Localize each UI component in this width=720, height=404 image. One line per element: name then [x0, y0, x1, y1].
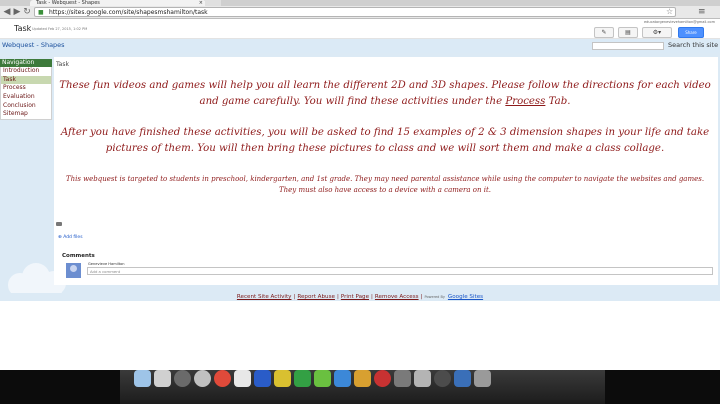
url-text: https://sites.google.com/site/shapesmsha… [49, 9, 208, 16]
commenter-name: Genevieve Hamilton [88, 262, 125, 266]
notes-icon[interactable] [274, 370, 291, 387]
sidebar-item-conclusion[interactable]: Conclusion [0, 101, 52, 111]
browser-toolbar: ◀ ▶ ↻ ■ https://sites.google.com/site/sh… [0, 6, 720, 19]
arrow-right-icon[interactable]: ▶ [12, 6, 22, 18]
sidebar-item-task[interactable]: Task [0, 75, 52, 85]
sidebar-item-evaluation[interactable]: Evaluation [0, 93, 52, 102]
app-store-icon[interactable] [334, 370, 351, 387]
sidebar-item-introduction[interactable]: Introduction [0, 67, 52, 76]
remove-access-link[interactable]: Remove Access [375, 294, 419, 300]
user-email[interactable]: educatorgenevievehamilton@gmail.com [644, 20, 715, 24]
sidebar-heading: Navigation [0, 59, 52, 67]
google-sites-link[interactable]: Google Sites [448, 294, 483, 300]
site-banner: Webquest - Shapes Search this site [0, 39, 720, 53]
updated-text: Updated Feb 27, 2015, 1:02 PM [32, 27, 88, 31]
search-input[interactable] [592, 42, 664, 50]
lock-icon: ■ [38, 9, 44, 16]
star-icon[interactable]: ☆ [666, 6, 673, 18]
recent-activity-link[interactable]: Recent Site Activity [237, 294, 292, 300]
comment-input[interactable]: Add a comment [87, 267, 713, 275]
new-page-icon[interactable]: ▤ [618, 27, 638, 38]
arrow-left-icon[interactable]: ◀ [2, 6, 12, 18]
excel-icon[interactable] [294, 370, 311, 387]
page-title: Task [56, 61, 69, 68]
report-abuse-link[interactable]: Report Abuse [297, 294, 335, 300]
trash-icon[interactable] [474, 370, 491, 387]
process-link[interactable]: Process [505, 96, 545, 107]
dock [0, 370, 720, 404]
keynote-icon[interactable] [454, 370, 471, 387]
calendar-icon[interactable] [234, 370, 251, 387]
sidebar-navigation: Navigation Introduction Task Process Eva… [0, 59, 52, 121]
acrobat-icon[interactable] [374, 370, 391, 387]
address-bar[interactable]: ■ https://sites.google.com/site/shapesms… [34, 7, 676, 17]
footer-separator: | [371, 294, 373, 300]
add-files-label: Add files [63, 235, 83, 240]
pencil-icon[interactable]: ✎ [594, 27, 614, 38]
site-title[interactable]: Webquest - Shapes [2, 41, 65, 49]
chrome-icon[interactable] [214, 370, 231, 387]
search-button[interactable]: Search this site [668, 41, 718, 49]
task-paragraph-2: After you have finished these activities… [60, 127, 710, 154]
site-footer: Recent Site Activity | Report Abuse | Print … [0, 293, 720, 301]
safari-icon[interactable] [194, 370, 211, 387]
comments-section: Comments Genevieve Hamilton Add a commen… [54, 249, 718, 285]
folder-icon [56, 222, 62, 226]
p1-text-end: Tab. [545, 96, 571, 107]
task-paragraph-3: This webquest is targeted to students in… [65, 175, 705, 194]
folder-icon[interactable] [414, 370, 431, 387]
preferences-icon[interactable] [394, 370, 411, 387]
p1-text: These fun videos and games will help you… [59, 80, 711, 107]
footer-separator: | [336, 294, 339, 300]
comments-title: Comments [62, 253, 95, 259]
print-page-link[interactable]: Print Page [341, 294, 369, 300]
avatar [66, 263, 81, 278]
mail-icon[interactable] [154, 370, 171, 387]
dock-shelf [120, 370, 605, 404]
reload-icon[interactable]: ↻ [22, 6, 32, 18]
messages-icon[interactable] [314, 370, 331, 387]
page-blank-area [0, 302, 720, 370]
camera-icon[interactable] [434, 370, 451, 387]
footer-separator: | [293, 294, 296, 300]
menu-icon[interactable]: ≡ [698, 6, 706, 18]
page-name: Task [14, 24, 32, 33]
sites-header: Task Updated Feb 27, 2015, 1:02 PM educa… [0, 19, 720, 39]
share-button[interactable]: Share [678, 27, 704, 38]
web-page: Task Updated Feb 27, 2015, 1:02 PM educa… [0, 19, 720, 370]
word-icon[interactable] [254, 370, 271, 387]
powered-by: Powered By [424, 295, 445, 299]
clock-icon[interactable] [174, 370, 191, 387]
gear-icon[interactable]: ⚙▾ [642, 27, 672, 38]
finder-icon[interactable] [134, 370, 151, 387]
add-files-link[interactable]: ⊕ Add files [58, 235, 83, 240]
sidebar-item-process[interactable]: Process [0, 84, 52, 94]
photos-icon[interactable] [354, 370, 371, 387]
attachments-section: ⊕ Add files [54, 221, 718, 240]
footer-separator: | [420, 294, 423, 300]
sidebar-item-sitemap[interactable]: Sitemap [0, 110, 52, 121]
task-paragraph-1: These fun videos and games will help you… [56, 78, 714, 110]
